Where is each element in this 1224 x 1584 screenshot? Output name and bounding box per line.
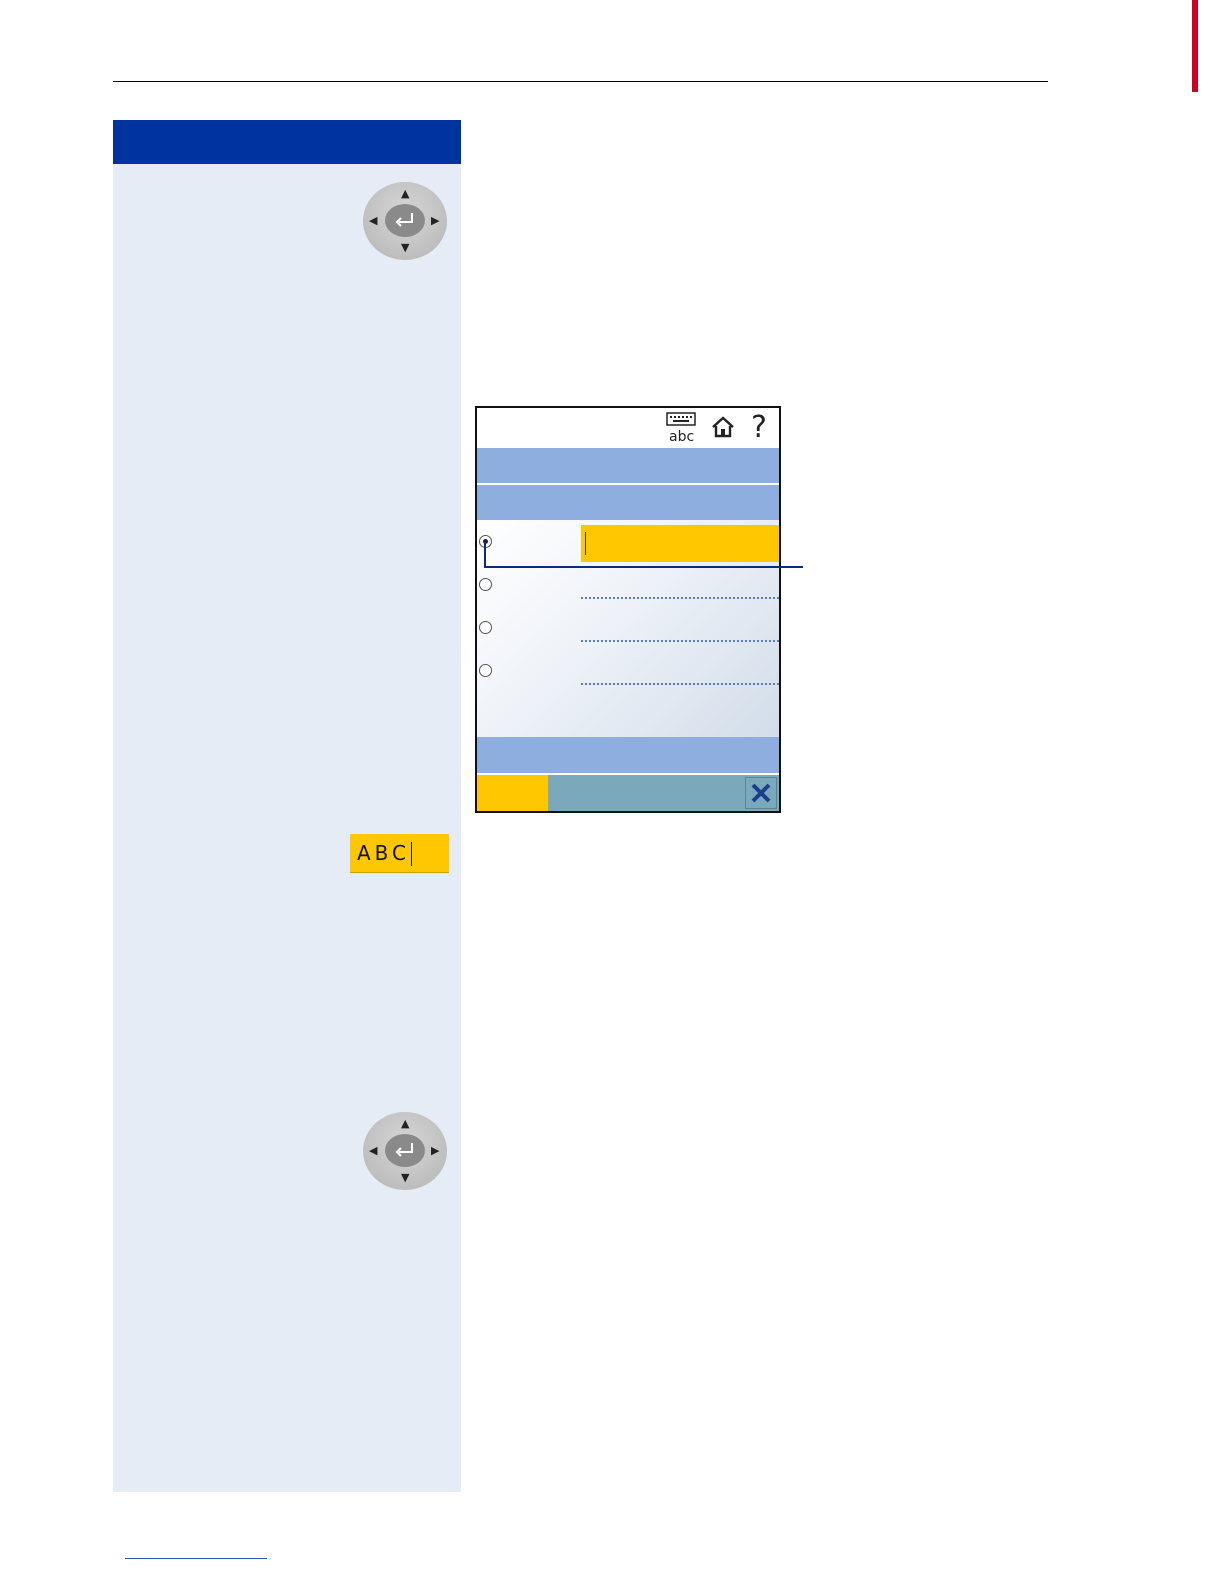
radio-option-3[interactable]	[479, 621, 492, 634]
help-icon[interactable]: ?	[751, 408, 767, 448]
header-rule	[113, 81, 1048, 82]
radio-option-4[interactable]	[479, 664, 492, 677]
enter-icon	[395, 1143, 413, 1157]
keyboard-abc-label: abc	[669, 429, 694, 444]
home-icon[interactable]	[711, 415, 735, 439]
close-button[interactable]	[745, 777, 777, 809]
keyboard-abc-icon[interactable]: abc	[665, 412, 699, 444]
status-bar: abc ?	[477, 408, 779, 448]
info-band	[477, 737, 779, 773]
nav-right-arrow-icon: ▶	[431, 214, 440, 227]
option-2-input[interactable]	[581, 597, 779, 599]
option-1-input[interactable]	[581, 525, 779, 562]
title-band	[477, 448, 779, 483]
nav-right-arrow-icon: ▶	[431, 1144, 440, 1157]
phone-display: abc ?	[475, 406, 781, 813]
text-caret	[411, 842, 412, 866]
footer-link-underline	[125, 1558, 267, 1559]
step-sidebar	[113, 120, 461, 1492]
nav-left-arrow-icon: ◀	[369, 214, 378, 227]
nav-up-arrow-icon: ▲	[401, 1117, 410, 1130]
softkey-left[interactable]	[477, 775, 548, 811]
nav-down-arrow-icon: ▼	[401, 241, 410, 254]
nav-up-arrow-icon: ▲	[401, 187, 410, 200]
enter-icon	[395, 213, 413, 227]
text-input-value: ABC	[357, 841, 411, 865]
text-input-example: ABC	[350, 834, 449, 873]
subtitle-band	[477, 485, 779, 520]
radio-option-2[interactable]	[479, 578, 492, 591]
nav-left-arrow-icon: ◀	[369, 1144, 378, 1157]
navigation-key-icon: ▲ ▼ ◀ ▶	[363, 1112, 447, 1190]
text-caret	[585, 532, 586, 555]
option-3-input[interactable]	[581, 640, 779, 642]
callout-line	[484, 541, 486, 567]
page-edge-tab	[1192, 0, 1198, 92]
option-4-input[interactable]	[581, 683, 779, 685]
close-icon	[751, 783, 771, 803]
callout-line	[484, 566, 803, 568]
step-sidebar-header	[113, 120, 461, 164]
nav-down-arrow-icon: ▼	[401, 1171, 410, 1184]
navigation-key-icon: ▲ ▼ ◀ ▶	[363, 182, 447, 260]
